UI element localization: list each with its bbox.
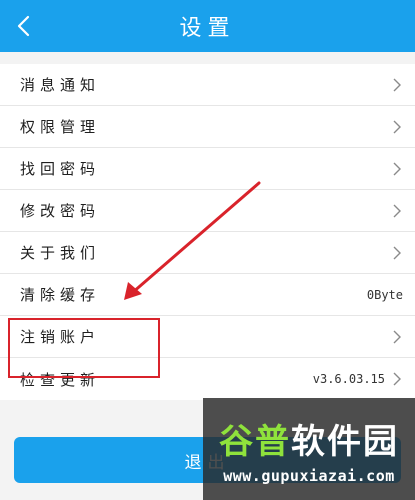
chevron-left-icon xyxy=(17,15,30,37)
top-bar: 设置 xyxy=(0,0,415,52)
settings-item-notifications[interactable]: 消息通知 xyxy=(0,64,415,106)
chevron-right-icon xyxy=(393,246,401,259)
chevron-right-icon xyxy=(393,372,401,386)
settings-item-label: 消息通知 xyxy=(20,76,101,94)
settings-item-label: 权限管理 xyxy=(20,118,101,136)
settings-item-recover-password[interactable]: 找回密码 xyxy=(0,148,415,190)
watermark-title-b: 软件园 xyxy=(291,421,399,462)
cache-size-value: 0Byte xyxy=(366,287,403,302)
chevron-right-icon xyxy=(393,78,401,91)
settings-item-label: 清除缓存 xyxy=(20,286,101,304)
settings-item-clear-cache[interactable]: 清除缓存 0Byte xyxy=(0,274,415,316)
back-button[interactable] xyxy=(8,10,40,42)
settings-item-label: 关于我们 xyxy=(20,244,101,262)
watermark-url: www.gupuxiazai.com xyxy=(223,466,395,485)
site-watermark: 谷普软件园 www.gupuxiazai.com xyxy=(203,398,415,500)
chevron-right-icon xyxy=(393,120,401,133)
version-value: v3.6.03.15 xyxy=(312,372,385,386)
watermark-title-a: 谷普 xyxy=(219,421,291,462)
chevron-right-icon xyxy=(393,330,401,343)
settings-item-label: 修改密码 xyxy=(20,202,101,220)
settings-item-about-us[interactable]: 关于我们 xyxy=(0,232,415,274)
page-title: 设置 xyxy=(179,16,236,41)
settings-item-change-password[interactable]: 修改密码 xyxy=(0,190,415,232)
chevron-right-icon xyxy=(393,204,401,217)
settings-item-permissions[interactable]: 权限管理 xyxy=(0,106,415,148)
settings-item-label: 找回密码 xyxy=(20,160,101,178)
chevron-right-icon xyxy=(393,162,401,175)
watermark-title: 谷普软件园 xyxy=(219,414,399,463)
annotation-highlight-box xyxy=(8,318,160,378)
